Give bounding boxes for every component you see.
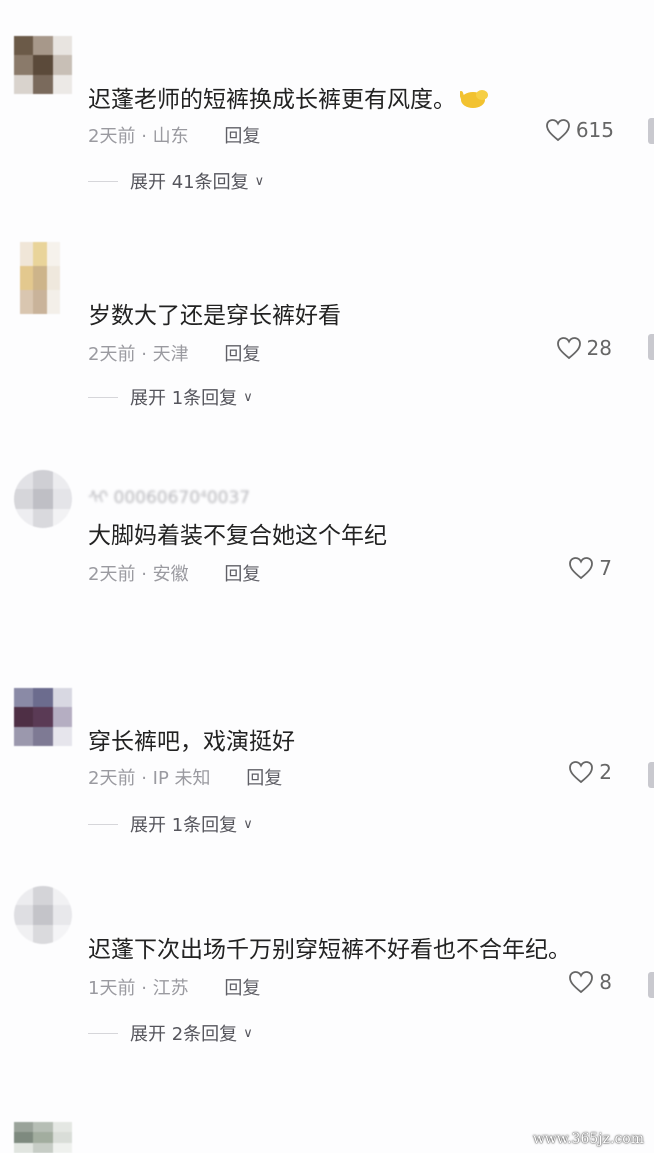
reply-button[interactable]: 回复 (224, 564, 260, 585)
like-count: 2 (599, 760, 612, 784)
expand-label: 展开 2条回复 (130, 1024, 238, 1045)
divider (88, 180, 118, 182)
edge-fragment (648, 972, 654, 998)
comment-location: 江苏 (152, 978, 189, 999)
chevron-down-icon: ∨ (243, 816, 253, 832)
edge-fragment (648, 762, 654, 788)
meta-separator: · (141, 126, 147, 147)
comment-location: IP 未知 (152, 768, 211, 789)
comment-item: 岁数大了还是穿长裤好看 2天前 · 天津 回复 28 展开 1条回复 ∨ (0, 230, 654, 450)
avatar[interactable] (14, 36, 72, 94)
comment-meta: 2天前 · 山东 回复 (88, 122, 260, 148)
comment-time: 2天前 (88, 768, 136, 789)
like-count: 615 (575, 118, 614, 142)
comment-text: 大脚妈着装不复合她这个年纪 (88, 523, 387, 549)
avatar[interactable] (14, 886, 72, 944)
expand-replies-button[interactable]: 展开 2条回复 ∨ (88, 1020, 253, 1046)
avatar[interactable] (14, 470, 72, 528)
like-button[interactable]: 615 (545, 118, 614, 142)
reply-button[interactable]: 回复 (224, 344, 260, 365)
comment-meta: 2天前 · IP 未知 回复 (88, 764, 282, 790)
comment-location: 安徽 (152, 564, 189, 585)
watermark: www.365jz.com (532, 1131, 644, 1147)
comment-text: 迟蓬老师的短裤换成长裤更有风度。 (88, 80, 490, 114)
expand-replies-button[interactable]: 展开 1条回复 ∨ (88, 384, 253, 410)
comment-time: 2天前 (88, 126, 136, 147)
divider (88, 823, 118, 825)
reply-button[interactable]: 回复 (246, 768, 282, 789)
meta-separator: · (141, 564, 147, 585)
like-count: 7 (599, 556, 612, 580)
heart-outline-icon (569, 971, 594, 994)
heart-outline-icon (569, 557, 594, 580)
heart-outline-icon (569, 761, 594, 784)
comment-item: 迟蓬老师的短裤换成长裤更有风度。 2天前 · 山东 回复 615 展开 41条回… (0, 0, 654, 230)
divider (88, 396, 118, 398)
edge-fragment (648, 118, 654, 144)
like-button[interactable]: 28 (556, 336, 612, 360)
meta-separator: · (141, 344, 147, 365)
like-button[interactable]: 2 (568, 760, 612, 784)
expand-replies-button[interactable]: 展开 41条回复 ∨ (88, 168, 264, 194)
comment-time: 1天前 (88, 978, 136, 999)
avatar[interactable] (14, 1122, 72, 1153)
comment-text: 穿长裤吧，戏演挺好 (88, 729, 295, 755)
comment-meta: 2天前 · 天津 回复 (88, 340, 260, 366)
avatar[interactable] (14, 688, 72, 746)
chevron-down-icon: ∨ (243, 1025, 253, 1041)
comment-location: 天津 (152, 344, 189, 365)
hand-icon (460, 90, 488, 108)
heart-outline-icon (556, 337, 581, 360)
username[interactable]: ᠰᠢ 00060670⁴0037 (88, 478, 250, 508)
comment-text: 岁数大了还是穿长裤好看 (88, 303, 341, 329)
avatar[interactable] (20, 242, 60, 314)
expand-label: 展开 41条回复 (130, 172, 249, 193)
edge-fragment (648, 334, 654, 360)
chevron-down-icon: ∨ (254, 173, 265, 189)
meta-separator: · (141, 768, 147, 789)
comment-item: 穿长裤吧，戏演挺好 2天前 · IP 未知 回复 2 展开 1条回复 ∨ (0, 660, 654, 870)
expand-label: 展开 1条回复 (130, 388, 238, 409)
like-button[interactable]: 8 (568, 970, 612, 994)
comment-location: 山东 (152, 126, 189, 147)
like-count: 8 (599, 970, 612, 994)
like-button[interactable]: 7 (568, 556, 612, 580)
comment-item: 迟蓬下次出场千万别穿短裤不好看也不合年纪。 1天前 · 江苏 回复 8 展开 2… (0, 870, 654, 1080)
like-count: 28 (586, 336, 612, 360)
reply-button[interactable]: 回复 (224, 126, 260, 147)
comment-item: ᠰᠢ 00060670⁴0037 大脚妈着装不复合她这个年纪 2天前 · 安徽 … (0, 450, 654, 660)
comment-meta: 2天前 · 安徽 回复 (88, 560, 260, 586)
divider (88, 1032, 118, 1034)
comment-time: 2天前 (88, 564, 136, 585)
comment-time: 2天前 (88, 344, 136, 365)
comment-meta: 1天前 · 江苏 回复 (88, 974, 260, 1000)
expand-replies-button[interactable]: 展开 1条回复 ∨ (88, 811, 253, 837)
meta-separator: · (141, 978, 147, 999)
reply-button[interactable]: 回复 (224, 978, 260, 999)
expand-label: 展开 1条回复 (130, 815, 238, 836)
heart-outline-icon (545, 119, 570, 142)
chevron-down-icon: ∨ (243, 389, 253, 405)
comment-text: 迟蓬下次出场千万别穿短裤不好看也不合年纪。 (88, 937, 571, 963)
